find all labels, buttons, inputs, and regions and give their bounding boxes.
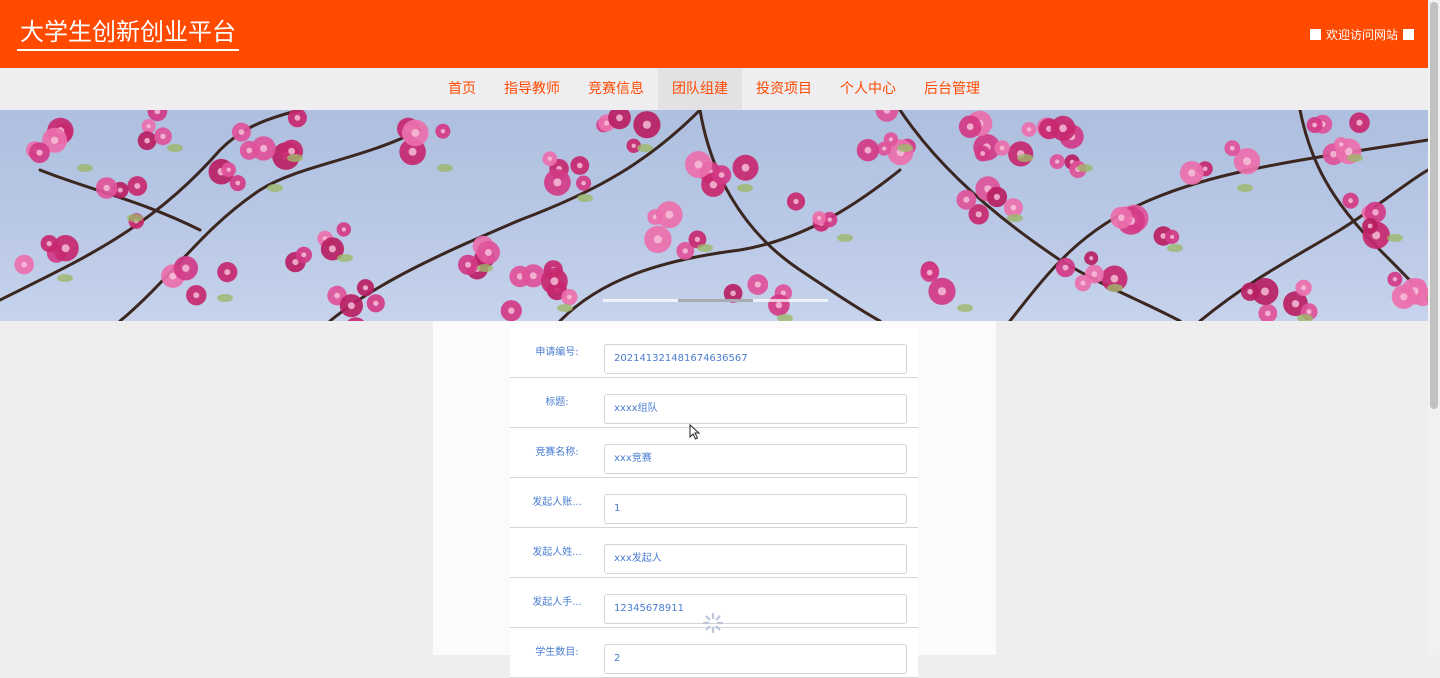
form-row: 申请编号: 202141321481674636567: [510, 328, 918, 378]
nav-item-competitions[interactable]: 竞赛信息: [574, 68, 658, 110]
carousel-dot[interactable]: [603, 299, 678, 302]
site-title[interactable]: 大学生创新创业平台: [17, 16, 239, 51]
square-icon: [1403, 29, 1414, 40]
cherry-blossom-image: [0, 110, 1428, 321]
form-row: 竞赛名称: xxx竞赛: [510, 428, 918, 478]
form-row: 标题: xxxx组队: [510, 378, 918, 428]
nav-item-admin[interactable]: 后台管理: [910, 68, 994, 110]
form-field-label: 发起人姓...: [532, 547, 582, 558]
form-field-label: 申请编号:: [535, 347, 579, 358]
form-field-input[interactable]: xxx竞赛: [604, 444, 907, 474]
form-field-input[interactable]: 202141321481674636567: [604, 344, 907, 374]
nav-item-investment[interactable]: 投资项目: [742, 68, 826, 110]
form-row: 发起人姓... xxx发起人: [510, 528, 918, 578]
carousel-dot-active[interactable]: [678, 299, 753, 302]
form-field-label: 学生数目:: [535, 647, 579, 658]
square-icon: [1309, 29, 1321, 40]
scrollbar-thumb[interactable]: [1430, 2, 1438, 409]
form-field-label: 标题:: [545, 397, 569, 408]
nav-item-home[interactable]: 首页: [434, 68, 490, 110]
form-field-input[interactable]: 1: [604, 494, 907, 524]
nav-item-profile[interactable]: 个人中心: [826, 68, 910, 110]
welcome-text: 欢迎访问网站: [1325, 28, 1398, 42]
mouse-cursor-icon: [689, 424, 701, 440]
spinner-icon: [702, 612, 724, 634]
form-field-input[interactable]: xxx发起人: [604, 544, 907, 574]
carousel-dot[interactable]: [753, 299, 828, 302]
form-field-input[interactable]: xxxx组队: [604, 394, 907, 424]
form-field-label: 发起人账...: [532, 497, 582, 508]
banner-carousel[interactable]: [0, 110, 1428, 321]
nav-item-teachers[interactable]: 指导教师: [490, 68, 574, 110]
header-bar: 大学生创新创业平台 欢迎访问网站: [0, 0, 1428, 68]
main-nav: 首页 指导教师 竞赛信息 团队组建 投资项目 个人中心 后台管理: [0, 68, 1428, 110]
form-field-input[interactable]: 2: [604, 644, 907, 674]
form-row: 发起人账... 1: [510, 478, 918, 528]
form-field-input[interactable]: 12345678911: [604, 594, 907, 624]
form-field-label: 发起人手...: [532, 597, 582, 608]
welcome-area: 欢迎访问网站: [1309, 26, 1414, 43]
nav-item-team-building[interactable]: 团队组建: [658, 68, 742, 110]
carousel-indicators: [603, 299, 828, 302]
form-field-label: 竞赛名称:: [535, 447, 579, 458]
form-row: 学生数目: 2: [510, 628, 918, 678]
